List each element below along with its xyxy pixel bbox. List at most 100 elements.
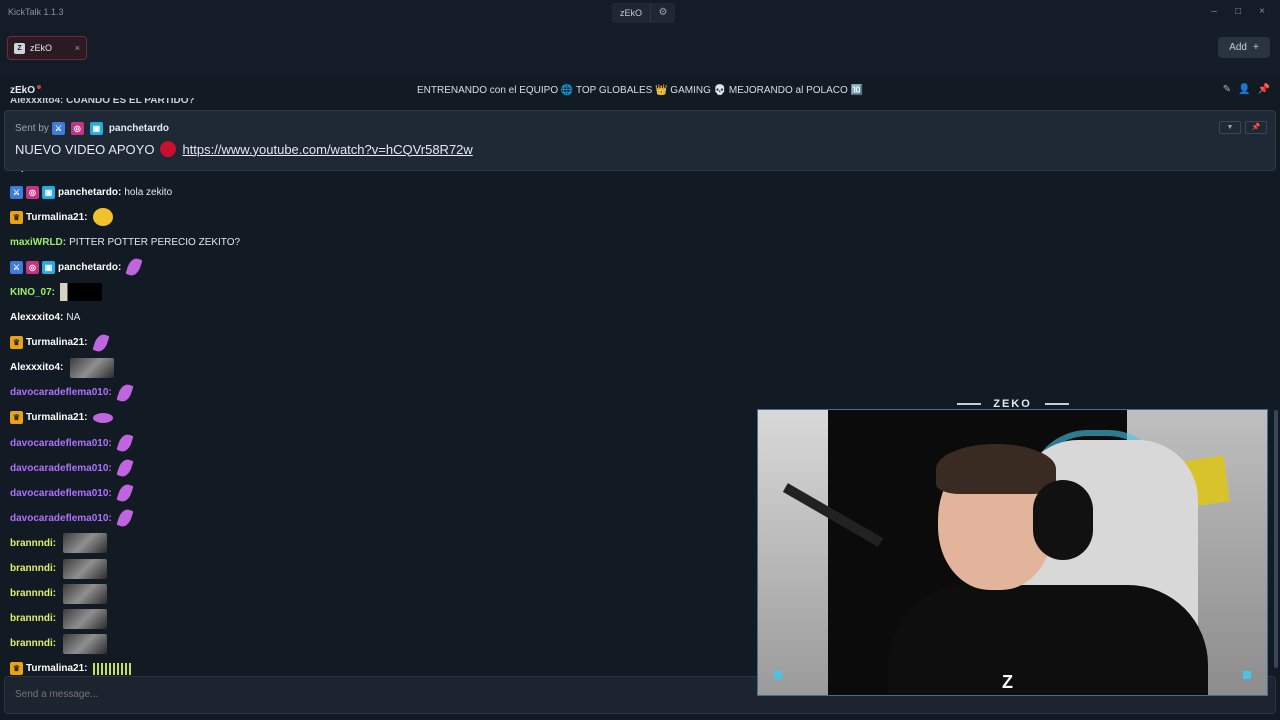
chat-username[interactable]: Turmalina21: [26,337,88,348]
overlay-dash [1045,403,1069,405]
close-icon[interactable]: × [75,43,80,53]
add-channel-button[interactable]: Add + [1218,37,1270,58]
chat-username[interactable]: maxiWRLD: [10,237,66,248]
chat-message: brannndi: [10,583,108,604]
chat-message: ⚔ ◎ ▣ panchetardo: [10,256,143,278]
stream-video[interactable]: Z [757,409,1268,696]
chat-username[interactable]: davocaradeflema010: [10,463,112,474]
pinned-sender: Sent by ⚔ ◎ ▣ panchetardo [15,122,169,135]
video-headphone [1033,480,1093,560]
instagram-badge-icon: ◎ [26,260,39,274]
unpin-icon[interactable]: 📌 [1245,121,1267,134]
chat-scrollbar[interactable] [1274,410,1278,668]
chat-username[interactable]: brannndi: [10,563,56,574]
chat-message: Alexxxito4: NA [10,308,80,328]
pinned-link[interactable]: https://www.youtube.com/watch?v=hCQVr58R… [182,142,472,157]
feather-emote-icon [125,256,143,278]
chat-username[interactable]: panchetardo: [58,262,121,273]
sword-badge-icon: ⚔ [51,122,65,135]
message-input[interactable] [15,689,615,700]
gear-icon[interactable]: ⚙ [651,3,675,23]
photo-emote-icon [63,633,108,654]
video-streamer-hair [936,444,1056,494]
chat-username[interactable]: davocaradeflema010: [10,387,112,398]
tab-label: zEkO [30,43,53,53]
chat-username[interactable]: brannndi: [10,538,56,549]
crown-badge-icon: ♛ [10,336,23,350]
maximize-button[interactable]: □ [1228,4,1248,20]
chat-username[interactable]: Turmalina21: [26,212,88,223]
chat-username[interactable]: davocaradeflema010: [10,513,112,524]
chat-message: davocaradeflema010: [10,507,134,529]
chat-message: brannndi: [10,558,108,579]
chat-message: ♛ Turmalina21: [10,207,113,227]
user-icon[interactable]: 👤 [1238,84,1250,95]
crown-badge-icon: ♛ [10,210,23,224]
red-gem-emote-icon [160,141,177,157]
pinned-text: NUEVO VIDEO APOYO [15,141,155,157]
close-window-button[interactable]: × [1252,4,1272,20]
chat-message: davocaradeflema010: [10,482,134,504]
video-wall-left [758,410,828,695]
stream-overlay-header: ZEKO [757,397,1268,410]
title-bar: KickTalk 1.1.3 zEkO ⚙ – □ × [0,0,1280,26]
tab-zeko[interactable]: Z zEkO × [7,36,87,60]
feather-emote-icon [92,332,109,354]
chat-message: brannndi: [10,608,108,629]
feather-emote-icon [116,457,134,479]
chat-username[interactable]: brannndi: [10,638,56,649]
chat-username[interactable]: Turmalina21: [26,663,88,674]
pencil-icon[interactable]: ✎ [1223,84,1231,95]
chevron-down-icon[interactable]: ▼ [1219,121,1241,134]
sword-badge-icon: ⚔ [10,185,23,199]
stream-title: ENTRENANDO con el EQUIPO 🌐 TOP GLOBALES … [416,85,863,96]
pinned-controls: ▼ 📌 [1219,121,1267,134]
feather-emote-icon [116,432,134,454]
channel-switcher[interactable]: zEkO ⚙ [612,3,676,23]
plus-icon: + [1252,42,1259,53]
sword-badge-icon: ⚔ [10,260,23,274]
feather-emote-icon [116,482,134,504]
photo-emote-icon [63,558,108,579]
chat-message: davocaradeflema010: [10,382,134,404]
pin-icon[interactable]: 📌 [1258,84,1270,95]
chat-message: ♛ Turmalina21: [10,408,113,428]
channel-tools: ✎ 👤 📌 [1223,84,1270,95]
cube-badge-icon: ▣ [42,260,55,274]
face-emote-icon [92,208,113,227]
chat-username[interactable]: Alexxxito4: [10,312,63,323]
chat-username[interactable]: Turmalina21: [26,412,88,423]
photo-emote-icon [63,533,108,554]
chat-text: hola zekito [124,186,173,198]
chat-message: brannndi: [10,633,108,654]
photo-emote-icon [70,357,115,378]
chat-username[interactable]: panchetardo: [58,187,121,198]
fish-emote-icon [92,412,113,423]
photo-emote-icon [63,583,108,604]
pinned-message: Sent by ⚔ ◎ ▣ panchetardo NUEVO VIDEO AP… [4,110,1276,171]
chat-message: davocaradeflema010: [10,432,134,454]
bars-emote-icon [92,662,133,675]
chat-message: maxiWRLD: PITTER POTTER PERECIO ZEKITO? [10,232,240,252]
chat-message: brannndi: [10,533,108,554]
pinned-body: NUEVO VIDEO APOYO https://www.youtube.co… [15,141,473,157]
minimize-button[interactable]: – [1204,4,1224,20]
channel-badge-icon: Z [14,42,25,54]
chat-username[interactable]: davocaradeflema010: [10,438,112,449]
channel-switcher-label[interactable]: zEkO [612,3,652,23]
add-button-label: Add [1229,42,1247,53]
window-controls: – □ × [1204,4,1272,20]
sent-by-label: Sent by [15,123,49,134]
streamer-logo-icon: Z [1002,672,1013,692]
pinned-username[interactable]: panchetardo [109,123,169,134]
chat-username[interactable]: davocaradeflema010: [10,488,112,499]
chat-username[interactable]: Alexxxito4: [10,362,63,373]
tab-bar: Z zEkO × Add + [0,26,1280,74]
chat-text: PITTER POTTER PERECIO ZEKITO? [69,236,241,248]
stream-overlay-footer: Z [758,672,1267,695]
chat-username[interactable]: brannndi: [10,588,56,599]
dark-emote-icon [60,283,103,302]
chat-username[interactable]: KINO_07: [10,287,55,298]
stream-preview[interactable]: ZEKO Z [757,397,1268,698]
chat-username[interactable]: brannndi: [10,613,56,624]
